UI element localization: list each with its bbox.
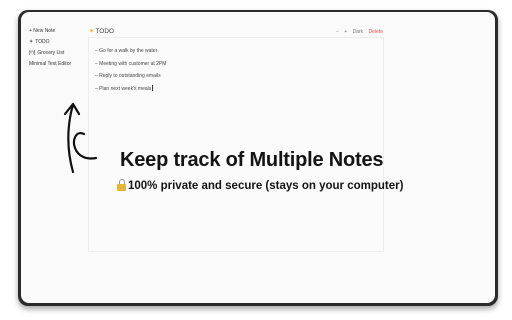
sidebar-item-label: TODO	[35, 39, 50, 45]
sidebar-item-label: Minimal Text Editor	[29, 61, 72, 67]
font-increase-button[interactable]: +	[344, 29, 347, 35]
sidebar: + New Note ✶ TODO 🍽 Grocery List Minimal T…	[29, 26, 89, 70]
list-item[interactable]: – Plan next week's meals	[95, 83, 166, 96]
note-title[interactable]: ✶TODO	[89, 27, 114, 37]
list-item[interactable]: – Reply to outstanding emails	[95, 70, 166, 83]
new-note-button[interactable]: + New Note	[29, 26, 89, 37]
promo-headline: Keep track of Multiple Notes	[120, 149, 384, 171]
sidebar-item-minimal-text-editor[interactable]: Minimal Text Editor	[29, 59, 89, 70]
sidebar-item-todo[interactable]: ✶ TODO	[29, 37, 89, 48]
sparkle-icon: ✶	[89, 28, 95, 35]
hand-drawn-arrow-icon	[63, 102, 98, 174]
sidebar-item-label: Grocery List	[37, 50, 65, 56]
font-decrease-button[interactable]: −	[336, 29, 339, 35]
promo-subline-text: 100% private and secure (stays on your c…	[128, 180, 404, 192]
delete-button[interactable]: Delete	[369, 29, 383, 35]
sparkle-icon: ✶	[29, 39, 34, 45]
dark-mode-button[interactable]: Dark	[353, 29, 364, 35]
todo-list: – Go for a walk by the water – Meeting w…	[95, 45, 166, 95]
list-item[interactable]: – Meeting with customer at 2PM	[95, 58, 166, 71]
text-cursor	[152, 85, 153, 92]
note-title-text: TODO	[95, 28, 115, 35]
sidebar-item-grocery-list[interactable]: 🍽 Grocery List	[29, 48, 89, 59]
promo-subline: 100% private and secure (stays on your c…	[117, 179, 403, 192]
list-item[interactable]: – Go for a walk by the water	[95, 45, 166, 58]
editor-header: ✶TODO − + Dark Delete	[89, 27, 383, 37]
fork-knife-icon: 🍽	[29, 50, 36, 56]
editor-controls: − + Dark Delete	[332, 27, 383, 37]
list-item-text: – Plan next week's meals	[95, 85, 152, 92]
lock-icon	[117, 179, 126, 191]
